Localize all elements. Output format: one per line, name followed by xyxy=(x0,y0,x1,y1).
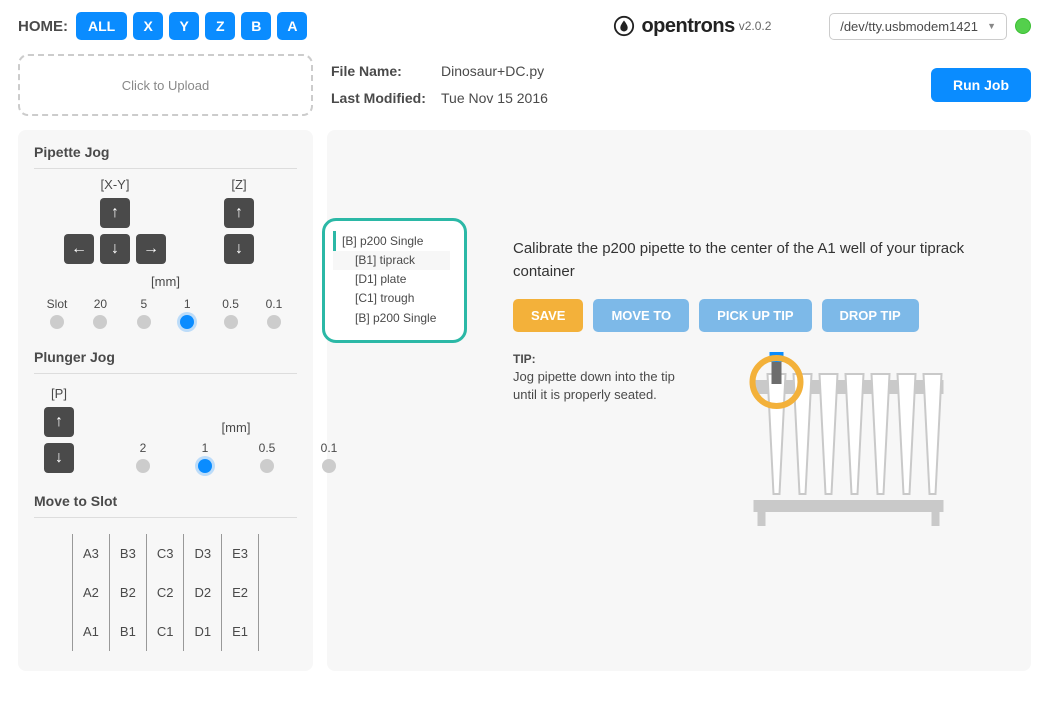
droplet-icon xyxy=(613,15,635,37)
instrument-tree: [B] p200 Single [B1] tiprack [D1] plate … xyxy=(322,218,467,343)
file-modified-value: Tue Nov 15 2016 xyxy=(441,85,641,112)
upload-dropzone[interactable]: Click to Upload xyxy=(18,54,313,116)
plunger-jog-title: Plunger Jog xyxy=(34,349,297,374)
jog-xy-down-button[interactable]: ↓ xyxy=(100,234,130,264)
file-name-label: File Name: xyxy=(331,58,441,85)
port-value: /dev/tty.usbmodem1421 xyxy=(840,19,978,34)
slot-a2[interactable]: A2 xyxy=(73,573,110,612)
jog-p-down-button[interactable]: ↓ xyxy=(44,443,74,473)
home-b-button[interactable]: B xyxy=(241,12,271,40)
step-0_5-label: 0.5 xyxy=(222,297,239,311)
slot-c1[interactable]: C1 xyxy=(146,612,184,651)
tree-item-tiprack[interactable]: [B1] tiprack xyxy=(333,251,450,270)
home-y-button[interactable]: Y xyxy=(169,12,199,40)
step-5-label: 5 xyxy=(140,297,147,311)
pipette-step-0_5[interactable] xyxy=(224,315,238,329)
move-to-button[interactable]: MOVE TO xyxy=(593,299,689,332)
jog-xy-left-button[interactable]: ← xyxy=(64,234,94,264)
tree-item-trough[interactable]: [C1] trough xyxy=(333,289,450,308)
upload-placeholder: Click to Upload xyxy=(122,78,209,93)
xy-label: [X-Y] xyxy=(101,177,130,192)
tiprack-illustration xyxy=(710,350,987,530)
plunger-step-0_5[interactable] xyxy=(260,459,274,473)
run-job-button[interactable]: Run Job xyxy=(931,68,1031,102)
pipette-step-0_1[interactable] xyxy=(267,315,281,329)
home-label: HOME: xyxy=(18,18,68,35)
plunger-step-1[interactable] xyxy=(198,459,212,473)
connection-status-dot xyxy=(1015,18,1031,34)
pstep-2-label: 2 xyxy=(140,441,147,455)
home-x-button[interactable]: X xyxy=(133,12,163,40)
jog-z-down-button[interactable]: ↓ xyxy=(224,234,254,264)
step-1-label: 1 xyxy=(184,297,191,311)
slot-b3[interactable]: B3 xyxy=(109,534,146,573)
tree-root[interactable]: [B] p200 Single xyxy=(333,231,450,251)
pstep-0_5-label: 0.5 xyxy=(259,441,276,455)
slot-d1[interactable]: D1 xyxy=(184,612,222,651)
tree-item-plate[interactable]: [D1] plate xyxy=(333,270,450,289)
slot-d2[interactable]: D2 xyxy=(184,573,222,612)
home-z-button[interactable]: Z xyxy=(205,12,235,40)
p-label: [P] xyxy=(51,386,67,401)
file-modified-label: Last Modified: xyxy=(331,85,441,112)
slot-e1[interactable]: E1 xyxy=(222,612,259,651)
drop-tip-button[interactable]: DROP TIP xyxy=(822,299,919,332)
pipette-step-20[interactable] xyxy=(93,315,107,329)
slot-d3[interactable]: D3 xyxy=(184,534,222,573)
slot-b1[interactable]: B1 xyxy=(109,612,146,651)
pick-up-tip-button[interactable]: PICK UP TIP xyxy=(699,299,811,332)
version-label: v2.0.2 xyxy=(739,19,772,33)
pipette-mm-label: [mm] xyxy=(34,274,297,289)
home-a-button[interactable]: A xyxy=(277,12,307,40)
z-label: [Z] xyxy=(231,177,246,192)
step-0_1-label: 0.1 xyxy=(266,297,283,311)
jog-xy-up-button[interactable]: ↑ xyxy=(100,198,130,228)
brand-name: opentrons xyxy=(641,15,734,38)
pipette-step-1[interactable] xyxy=(180,315,194,329)
plunger-step-2[interactable] xyxy=(136,459,150,473)
pipette-step-5[interactable] xyxy=(137,315,151,329)
jog-xy-right-button[interactable]: → xyxy=(136,234,166,264)
jog-z-up-button[interactable]: ↑ xyxy=(224,198,254,228)
tip-body: Jog pipette down into the tip until it i… xyxy=(513,369,675,402)
pipette-step-slot[interactable] xyxy=(50,315,64,329)
tip-title: TIP: xyxy=(513,352,536,366)
slot-c2[interactable]: C2 xyxy=(146,573,184,612)
slot-a3[interactable]: A3 xyxy=(73,534,110,573)
jog-p-up-button[interactable]: ↑ xyxy=(44,407,74,437)
plunger-mm-label: [mm] xyxy=(222,420,251,435)
tree-item-p200[interactable]: [B] p200 Single xyxy=(333,309,450,328)
slot-b2[interactable]: B2 xyxy=(109,573,146,612)
calibration-instruction: Calibrate the p200 pipette to the center… xyxy=(513,238,987,283)
file-name-value: Dinosaur+DC.py xyxy=(441,58,641,85)
port-select[interactable]: /dev/tty.usbmodem1421 xyxy=(829,13,1007,40)
home-all-button[interactable]: ALL xyxy=(76,12,127,40)
brand-logo-area: opentrons v2.0.2 xyxy=(613,15,771,38)
slot-a1[interactable]: A1 xyxy=(73,612,110,651)
slot-e2[interactable]: E2 xyxy=(222,573,259,612)
slot-grid: A3 B3 C3 D3 E3 A2 B2 C2 D2 E2 A1 xyxy=(72,534,259,651)
move-to-slot-title: Move to Slot xyxy=(34,493,297,518)
step-20-label: 20 xyxy=(94,297,107,311)
slot-e3[interactable]: E3 xyxy=(222,534,259,573)
pstep-1-label: 1 xyxy=(202,441,209,455)
save-button[interactable]: SAVE xyxy=(513,299,583,332)
slot-step-label: Slot xyxy=(47,297,68,311)
slot-c3[interactable]: C3 xyxy=(146,534,184,573)
pipette-jog-title: Pipette Jog xyxy=(34,144,297,169)
